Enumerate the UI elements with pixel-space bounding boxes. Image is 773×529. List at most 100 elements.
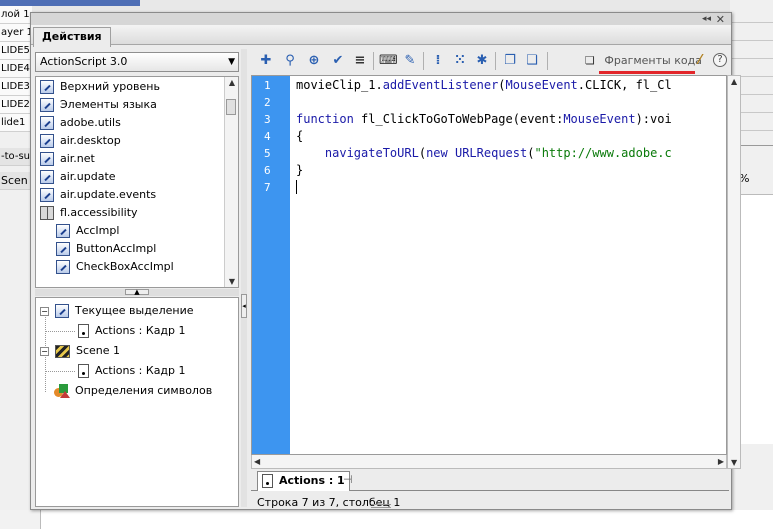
tree-item[interactable]: adobe.utils [40, 114, 121, 132]
collapse-box-icon[interactable]: − [40, 346, 49, 356]
scroll-down-icon[interactable]: ▼ [229, 277, 235, 286]
navigator-item-actions-frame[interactable]: Actions : Кадр 1 [78, 322, 186, 340]
timeline-layers-background: лой 1 ayer 1 LIDE5 LIDE4 LIDE3 LIDE2 lid… [0, 0, 140, 529]
vertical-splitter[interactable]: ◂ [241, 49, 247, 507]
chevron-down-icon[interactable]: ▼ [228, 53, 235, 71]
apply-block-comment-icon[interactable]: ❐ [501, 52, 519, 70]
tree-scrollbar[interactable]: ▲ ▼ [224, 77, 238, 287]
line-number: 3 [264, 113, 271, 126]
scene-icon [55, 344, 70, 358]
find-icon[interactable]: ⚲ [281, 52, 299, 70]
language-select-value: ActionScript 3.0 [40, 55, 128, 68]
tree-item[interactable]: ButtonAccImpl [56, 240, 156, 258]
line-number: 4 [264, 130, 271, 143]
snippets-icon: ❏ [585, 54, 595, 67]
timeline-layer[interactable]: lide1 [0, 114, 32, 132]
text-cursor [296, 180, 297, 194]
selection-icon [55, 304, 69, 318]
tree-item[interactable]: air.desktop [40, 132, 121, 150]
background-tab-label[interactable]: -to-su [0, 148, 32, 166]
line-number-gutter: 1 2 3 4 5 6 7 [252, 76, 290, 454]
package-icon [56, 242, 70, 256]
scene-label: Scen [0, 172, 32, 190]
tree-item[interactable]: air.update [40, 168, 116, 186]
tab-actions-frame-1[interactable]: Actions : 1 [257, 471, 350, 491]
line-number: 1 [264, 79, 271, 92]
editor-horizontal-scrollbar[interactable]: ◀ ▶ [251, 455, 727, 469]
wand-icon[interactable]: ⁄ [691, 52, 709, 70]
scroll-down-icon[interactable]: ▼ [731, 458, 737, 467]
scroll-left-icon[interactable]: ◀ [254, 457, 260, 466]
expand-all-icon[interactable]: ✱ [473, 52, 491, 70]
scroll-up-icon[interactable]: ▲ [731, 77, 737, 86]
debug-options-icon[interactable]: ✎ [401, 52, 419, 70]
timeline-layer[interactable]: LIDE4 [0, 60, 32, 78]
tree-item[interactable]: Верхний уровень [40, 78, 160, 96]
code-line: movieClip_1.addEventListener(MouseEvent.… [296, 78, 672, 92]
collapse-icon[interactable]: ◂◂ [702, 14, 711, 24]
navigator-item-current-selection[interactable]: − Текущее выделение [40, 302, 193, 320]
code-editor[interactable]: 1 2 3 4 5 6 7 movieClip_1.addEventListen… [251, 75, 727, 455]
actions-toolbox-tree: Верхний уровень Элементы языка adobe.uti… [35, 76, 239, 288]
tree-item[interactable]: air.net [40, 150, 95, 168]
add-statement-icon[interactable]: ✚ [257, 52, 275, 70]
scroll-right-icon[interactable]: ▶ [718, 457, 724, 466]
code-snippets-button[interactable]: ❏ Фрагменты кода [585, 52, 702, 70]
line-number: 7 [264, 181, 271, 194]
timeline-layer[interactable]: ayer 1 [0, 24, 32, 42]
scroll-up-icon[interactable]: ▲ [229, 78, 235, 87]
script-tab-strip: Actions : 1 ⊣ [251, 471, 729, 491]
package-icon [40, 80, 54, 94]
navigator-item-scene[interactable]: − Scene 1 [40, 342, 120, 360]
editor-toolbar: ✚ ⚲ ⊕ ✔ ≡ ⌨ ✎ ⁞ ⁙ ✱ ❐ ❑ ❏ Фрагменты кода… [251, 49, 729, 74]
package-icon [40, 98, 54, 112]
scrollbar-thumb[interactable] [226, 99, 236, 115]
tree-item[interactable]: air.update.events [40, 186, 156, 204]
target-path-icon[interactable]: ⊕ [305, 52, 323, 70]
frame-icon [78, 364, 89, 378]
tab-actions[interactable]: Действия [33, 27, 111, 47]
tree-item[interactable]: CheckBoxAccImpl [56, 258, 174, 276]
language-select[interactable]: ActionScript 3.0 ▼ [35, 52, 239, 72]
tree-item[interactable]: AccImpl [56, 222, 119, 240]
timeline-layer[interactable]: LIDE3 [0, 78, 32, 96]
apply-line-comment-icon[interactable]: ❑ [523, 52, 541, 70]
splitter-grip-icon[interactable]: ▲ [125, 289, 149, 296]
timeline-layer[interactable]: LIDE5 [0, 42, 32, 60]
code-hint-icon[interactable]: ⌨ [379, 52, 398, 70]
panel-drag-strip[interactable]: ◂◂ ✕ [31, 13, 731, 26]
package-icon [40, 116, 54, 130]
frame-icon [262, 474, 273, 488]
collapse-between-braces-icon[interactable]: ⁞ [429, 52, 447, 70]
code-line: navigateToURL(new URLRequest("http://www… [324, 146, 672, 160]
panel-header [31, 25, 731, 45]
tree-item[interactable]: fl.accessibility [40, 204, 138, 222]
line-number: 2 [264, 96, 271, 109]
pin-script-icon[interactable]: ⊣ [343, 473, 353, 486]
collapse-box-icon[interactable]: − [40, 306, 49, 316]
horizontal-splitter[interactable]: ▲ [35, 289, 239, 296]
resize-grip-icon[interactable] [371, 504, 391, 508]
symbols-icon [54, 384, 70, 398]
timeline-layer[interactable]: лой 1 [0, 6, 32, 24]
tree-item[interactable]: Элементы языка [40, 96, 157, 114]
splitter-grip-icon[interactable]: ◂ [241, 294, 247, 318]
help-icon[interactable]: ? [713, 53, 727, 67]
package-icon [40, 134, 54, 148]
red-underline-annotation [599, 71, 695, 74]
package-icon [40, 170, 54, 184]
timeline-layer[interactable]: LIDE2 [0, 96, 32, 114]
script-navigator-tree: − Текущее выделение Actions : Кадр 1 − Sce… [35, 297, 239, 507]
navigator-item-actions-frame[interactable]: Actions : Кадр 1 [78, 362, 186, 380]
code-line: { [296, 129, 304, 143]
line-number: 5 [264, 147, 271, 160]
book-icon [40, 206, 54, 220]
auto-format-icon[interactable]: ≡ [351, 52, 369, 70]
package-icon [56, 224, 70, 238]
collapse-selection-icon[interactable]: ⁙ [451, 52, 469, 70]
navigator-item-symbol-definitions[interactable]: Определения символов [54, 382, 212, 400]
editor-vertical-scrollbar[interactable]: ▲ ▼ [727, 75, 741, 469]
package-icon [40, 152, 54, 166]
actions-panel: ◂◂ ✕ Действия ActionScript 3.0 ▼ Верхний… [30, 12, 741, 510]
check-syntax-icon[interactable]: ✔ [329, 52, 347, 70]
